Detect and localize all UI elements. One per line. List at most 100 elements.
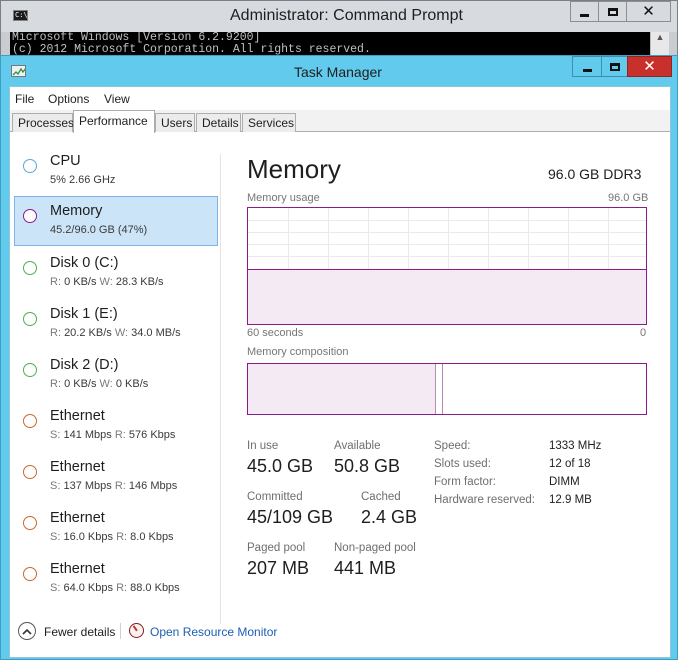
resource-detail: S: 16.0 Kbps R: 8.0 Kbps (50, 531, 174, 543)
resource-ethernet[interactable]: Ethernet S: 141 Mbps R: 576 Kbps (14, 401, 218, 451)
send-value: 141 Mbps (63, 429, 112, 441)
composition-modified (435, 364, 443, 414)
tab-bar: Processes Performance Users Details Serv… (10, 110, 670, 133)
task-manager-titlebar[interactable]: Task Manager ✕ (1, 56, 677, 86)
ethernet-icon (23, 414, 37, 428)
receive-label: R: (114, 480, 126, 492)
menu-file[interactable]: File (15, 92, 34, 106)
menu-view[interactable]: View (104, 92, 130, 106)
tab-performance[interactable]: Performance (73, 110, 155, 133)
form-factor-value: DIMM (549, 476, 580, 488)
resource-detail: R: 20.2 KB/s W: 34.0 MB/s (50, 327, 181, 339)
slots-used-label: Slots used: (434, 458, 491, 470)
resource-name: CPU (50, 153, 81, 169)
resource-detail: R: 0 KB/s W: 28.3 KB/s (50, 276, 164, 288)
cmd-maximize-button[interactable] (598, 1, 627, 22)
memory-usage-fill (248, 269, 646, 324)
receive-value: 576 Kbps (128, 429, 176, 441)
cmd-close-button[interactable]: ✕ (626, 1, 671, 22)
resource-ethernet[interactable]: Ethernet S: 16.0 Kbps R: 8.0 Kbps (14, 503, 218, 553)
chevron-up-icon[interactable] (18, 622, 36, 640)
graph-time-start: 60 seconds (247, 327, 304, 339)
tab-users[interactable]: Users (155, 113, 195, 132)
cmd-minimize-button[interactable] (570, 1, 599, 22)
resource-ethernet[interactable]: Ethernet S: 64.0 Kbps R: 88.0 Kbps (14, 554, 218, 604)
footer: Fewer details Open Resource Monitor (10, 617, 670, 657)
resource-disk-2[interactable]: Disk 2 (D:) R: 0 KB/s W: 0 KB/s (14, 350, 218, 400)
resource-ethernet[interactable]: Ethernet S: 137 Mbps R: 146 Mbps (14, 452, 218, 502)
read-value: 20.2 KB/s (64, 327, 112, 339)
receive-label: R: (116, 531, 128, 543)
resource-name: Ethernet (50, 561, 105, 577)
tab-services[interactable]: Services (242, 113, 296, 132)
resource-name: Ethernet (50, 459, 105, 475)
tab-processes[interactable]: Processes (12, 113, 74, 132)
minimize-icon (582, 69, 592, 72)
close-icon: ✕ (643, 58, 656, 75)
resource-detail: R: 0 KB/s W: 0 KB/s (50, 378, 148, 390)
resource-detail: S: 137 Mbps R: 146 Mbps (50, 480, 177, 492)
fewer-details-link[interactable]: Fewer details (44, 625, 115, 639)
grid-line (248, 256, 646, 257)
write-value: 34.0 MB/s (131, 327, 181, 339)
resource-memory[interactable]: Memory 45.2/96.0 GB (47%) (14, 196, 218, 246)
send-label: S: (50, 531, 61, 543)
send-label: S: (50, 429, 61, 441)
menu-bar: File Options View (10, 87, 670, 110)
page-title: Memory (247, 154, 341, 184)
pane-splitter[interactable] (220, 154, 221, 624)
tm-minimize-button[interactable] (572, 56, 602, 77)
memory-usage-graph (247, 207, 647, 325)
menu-options[interactable]: Options (48, 92, 89, 106)
resource-detail: 5% 2.66 GHz (50, 174, 116, 186)
write-value: 0 KB/s (115, 378, 149, 390)
composition-in-use (248, 364, 436, 414)
resource-cpu[interactable]: CPU 5% 2.66 GHz (14, 146, 218, 196)
non-paged-pool-value: 441 MB (334, 558, 397, 578)
cached-value: 2.4 GB (361, 507, 418, 527)
tm-close-button[interactable]: ✕ (627, 56, 672, 77)
memory-composition-bar (247, 363, 647, 415)
resource-disk-1[interactable]: Disk 1 (E:) R: 20.2 KB/s W: 34.0 MB/s (14, 299, 218, 349)
task-manager-window[interactable]: Task Manager ✕ File Options View Process… (0, 55, 678, 660)
read-value: 0 KB/s (64, 378, 97, 390)
resource-detail: 45.2/96.0 GB (47%) (50, 224, 148, 236)
grid-line (248, 220, 646, 221)
scroll-up-icon[interactable]: ▲ (656, 32, 665, 42)
resource-name: Ethernet (50, 408, 105, 424)
send-value: 64.0 Kbps (63, 582, 114, 594)
read-label: R: (50, 378, 61, 390)
cached-label: Cached (361, 491, 401, 503)
in-use-value: 45.0 GB (247, 456, 314, 476)
command-prompt-titlebar[interactable]: C:\ Administrator: Command Prompt ✕ (1, 1, 677, 32)
tm-maximize-button[interactable] (601, 56, 628, 77)
resource-monitor-icon[interactable] (129, 623, 144, 638)
write-label: W: (99, 378, 113, 390)
send-label: S: (50, 582, 61, 594)
hardware-reserved-value: 12.9 MB (549, 494, 592, 506)
grid-line (248, 244, 646, 245)
open-resource-monitor-link[interactable]: Open Resource Monitor (150, 625, 277, 639)
command-prompt-icon: C:\ (13, 10, 28, 21)
memory-icon (23, 209, 37, 223)
receive-value: 88.0 Kbps (130, 582, 180, 594)
non-paged-pool-label: Non-paged pool (334, 542, 416, 554)
receive-label: R: (114, 429, 126, 441)
maximize-icon (609, 62, 620, 71)
ethernet-icon (23, 516, 37, 530)
write-label: W: (114, 327, 129, 339)
resource-detail: S: 64.0 Kbps R: 88.0 Kbps (50, 582, 180, 594)
in-use-label: In use (247, 440, 279, 452)
read-label: R: (50, 327, 61, 339)
command-prompt-title: Administrator: Command Prompt (230, 7, 463, 24)
read-value: 0 KB/s (64, 276, 97, 288)
command-prompt-window[interactable]: C:\ Administrator: Command Prompt ✕ Micr… (0, 0, 678, 60)
hardware-reserved-label: Hardware reserved: (434, 494, 535, 506)
resource-disk-0[interactable]: Disk 0 (C:) R: 0 KB/s W: 28.3 KB/s (14, 248, 218, 298)
tab-details[interactable]: Details (196, 113, 241, 132)
memory-usage-max: 96.0 GB (608, 192, 649, 204)
send-label: S: (50, 480, 61, 492)
task-manager-body: File Options View Processes Performance … (9, 86, 671, 658)
receive-label: R: (116, 582, 128, 594)
footer-divider (120, 623, 121, 639)
